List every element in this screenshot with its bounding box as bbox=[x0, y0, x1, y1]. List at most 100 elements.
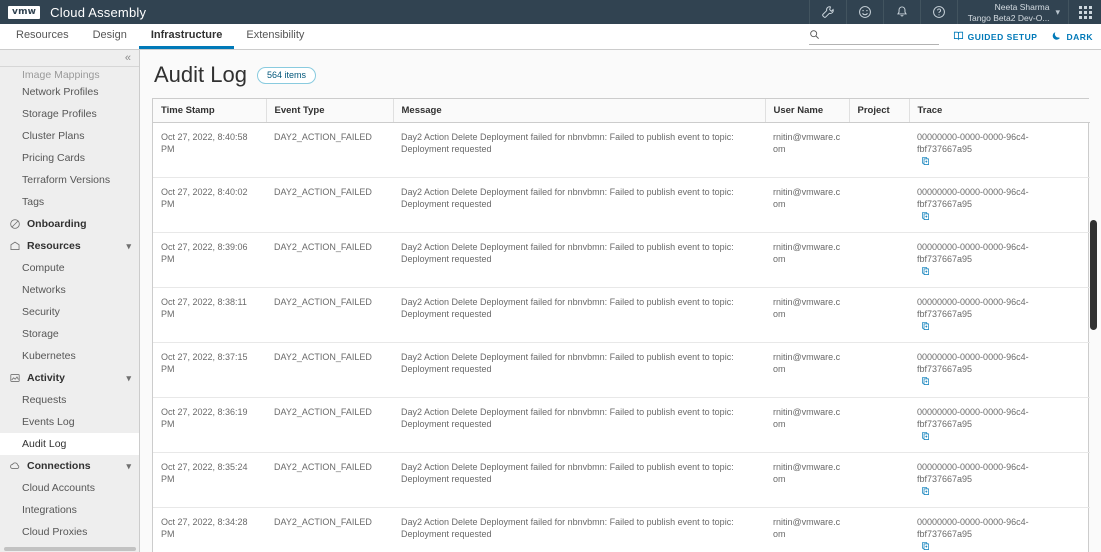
feedback-smiley-icon[interactable] bbox=[846, 0, 883, 24]
table-vertical-scrollbar[interactable] bbox=[1090, 220, 1097, 330]
table-header: Time Stamp Event Type Message User Name … bbox=[153, 99, 1090, 123]
copy-trace-icon[interactable] bbox=[921, 431, 930, 444]
sidebar-item-storage[interactable]: Storage bbox=[0, 323, 139, 345]
book-icon bbox=[953, 30, 964, 43]
sidebar-item-label: Compute bbox=[22, 262, 65, 274]
sidebar-item-storage-profiles[interactable]: Storage Profiles bbox=[0, 103, 139, 125]
user-org-menu[interactable]: Neeta Sharma Tango Beta2 Dev-O... ▾ bbox=[957, 0, 1069, 24]
item-count-badge: 564 items bbox=[257, 67, 316, 84]
copy-trace-icon[interactable] bbox=[921, 541, 930, 552]
sidebar-item-connections[interactable]: Connections ▾ bbox=[0, 455, 139, 477]
table-row[interactable]: Oct 27, 2022, 8:38:11 PMDAY2_ACTION_FAIL… bbox=[153, 288, 1090, 343]
nav-tab-list: Resources Design Infrastructure Extensib… bbox=[0, 24, 316, 49]
cell-event-type: DAY2_ACTION_FAILED bbox=[266, 453, 393, 508]
cell-message: Day2 Action Delete Deployment failed for… bbox=[393, 178, 765, 233]
column-header-event-type[interactable]: Event Type bbox=[266, 99, 393, 123]
sidebar-item-resources[interactable]: Resources ▾ bbox=[0, 235, 139, 257]
search-box[interactable] bbox=[809, 29, 939, 45]
sidebar-item-terraform-versions[interactable]: Terraform Versions bbox=[0, 169, 139, 191]
sidebar-item-pricing-cards[interactable]: Pricing Cards bbox=[0, 147, 139, 169]
copy-trace-icon[interactable] bbox=[921, 266, 930, 279]
sidebar-item-cloud-accounts[interactable]: Cloud Accounts bbox=[0, 477, 139, 499]
resources-icon bbox=[8, 240, 21, 253]
sidebar-item-events-log[interactable]: Events Log bbox=[0, 411, 139, 433]
help-icon[interactable] bbox=[920, 0, 957, 24]
cell-time-stamp: Oct 27, 2022, 8:36:19 PM bbox=[153, 398, 266, 453]
column-header-project[interactable]: Project bbox=[849, 99, 909, 123]
table-row[interactable]: Oct 27, 2022, 8:35:24 PMDAY2_ACTION_FAIL… bbox=[153, 453, 1090, 508]
cell-message: Day2 Action Delete Deployment failed for… bbox=[393, 398, 765, 453]
cell-time-stamp: Oct 27, 2022, 8:35:24 PM bbox=[153, 453, 266, 508]
guided-setup-button[interactable]: GUIDED SETUP bbox=[953, 30, 1038, 43]
column-header-message[interactable]: Message bbox=[393, 99, 765, 123]
trace-id-text: 00000000-0000-0000-96c4-fbf737667a95 bbox=[917, 461, 1082, 485]
sidebar-item-requests[interactable]: Requests bbox=[0, 389, 139, 411]
dark-mode-toggle[interactable]: DARK bbox=[1051, 30, 1093, 43]
sidebar-item-label: Networks bbox=[22, 284, 66, 296]
cell-user-name: rnitin@vmware.com bbox=[765, 343, 849, 398]
sidebar-item-integrations[interactable]: Integrations bbox=[0, 499, 139, 521]
cell-user-name: rnitin@vmware.com bbox=[765, 398, 849, 453]
cell-event-type: DAY2_ACTION_FAILED bbox=[266, 508, 393, 552]
copy-trace-icon[interactable] bbox=[921, 376, 930, 389]
main-content: Audit Log 564 items Time Stamp Event Typ… bbox=[140, 50, 1101, 552]
sidebar-item-onboarding[interactable]: Onboarding bbox=[0, 213, 139, 235]
cell-user-name: rnitin@vmware.com bbox=[765, 233, 849, 288]
cell-project bbox=[849, 123, 909, 178]
sidebar-item-kubernetes[interactable]: Kubernetes bbox=[0, 345, 139, 367]
cell-trace: 00000000-0000-0000-96c4-fbf737667a95 bbox=[909, 288, 1090, 343]
cell-user-name: rnitin@vmware.com bbox=[765, 123, 849, 178]
sidebar: « Image Mappings Network Profiles Storag… bbox=[0, 50, 140, 552]
column-header-time-stamp[interactable]: Time Stamp bbox=[153, 99, 266, 123]
cell-message: Day2 Action Delete Deployment failed for… bbox=[393, 453, 765, 508]
cell-event-type: DAY2_ACTION_FAILED bbox=[266, 398, 393, 453]
copy-trace-icon[interactable] bbox=[921, 321, 930, 334]
column-header-user-name[interactable]: User Name bbox=[765, 99, 849, 123]
trace-id-text: 00000000-0000-0000-96c4-fbf737667a95 bbox=[917, 406, 1082, 430]
sidebar-horizontal-scrollbar[interactable] bbox=[4, 547, 136, 551]
copy-trace-icon[interactable] bbox=[921, 211, 930, 224]
vmware-logo: vmw bbox=[8, 6, 40, 19]
cell-message: Day2 Action Delete Deployment failed for… bbox=[393, 288, 765, 343]
tab-resources[interactable]: Resources bbox=[4, 24, 81, 49]
guided-setup-label: GUIDED SETUP bbox=[968, 32, 1038, 42]
table-row[interactable]: Oct 27, 2022, 8:40:58 PMDAY2_ACTION_FAIL… bbox=[153, 123, 1090, 178]
cell-project bbox=[849, 233, 909, 288]
tab-infrastructure[interactable]: Infrastructure bbox=[139, 24, 235, 49]
primary-nav: Resources Design Infrastructure Extensib… bbox=[0, 24, 1101, 50]
table-row[interactable]: Oct 27, 2022, 8:36:19 PMDAY2_ACTION_FAIL… bbox=[153, 398, 1090, 453]
column-header-trace[interactable]: Trace bbox=[909, 99, 1090, 123]
sidebar-item-compute[interactable]: Compute bbox=[0, 257, 139, 279]
table-row[interactable]: Oct 27, 2022, 8:34:28 PMDAY2_ACTION_FAIL… bbox=[153, 508, 1090, 552]
sidebar-item-image-mappings[interactable]: Image Mappings bbox=[0, 67, 139, 81]
tab-design[interactable]: Design bbox=[81, 24, 139, 49]
notification-bell-icon[interactable] bbox=[883, 0, 920, 24]
sidebar-collapse-button[interactable]: « bbox=[0, 50, 139, 67]
chevron-down-icon: ▾ bbox=[126, 373, 131, 384]
table-row[interactable]: Oct 27, 2022, 8:39:06 PMDAY2_ACTION_FAIL… bbox=[153, 233, 1090, 288]
sidebar-item-label: Requests bbox=[22, 394, 66, 406]
table-row[interactable]: Oct 27, 2022, 8:40:02 PMDAY2_ACTION_FAIL… bbox=[153, 178, 1090, 233]
sidebar-item-audit-log[interactable]: Audit Log bbox=[0, 433, 139, 455]
chevron-down-icon: ▾ bbox=[126, 461, 131, 472]
sidebar-item-label: Cloud Accounts bbox=[22, 482, 95, 494]
copy-trace-icon[interactable] bbox=[921, 486, 930, 499]
sidebar-item-tags[interactable]: Tags bbox=[0, 191, 139, 213]
copy-trace-icon[interactable] bbox=[921, 156, 930, 169]
sidebar-item-networks[interactable]: Networks bbox=[0, 279, 139, 301]
sidebar-item-activity[interactable]: Activity ▾ bbox=[0, 367, 139, 389]
sidebar-item-cluster-plans[interactable]: Cluster Plans bbox=[0, 125, 139, 147]
sidebar-item-network-profiles[interactable]: Network Profiles bbox=[0, 81, 139, 103]
cell-event-type: DAY2_ACTION_FAILED bbox=[266, 343, 393, 398]
sidebar-item-cloud-proxies[interactable]: Cloud Proxies bbox=[0, 521, 139, 543]
cell-message: Day2 Action Delete Deployment failed for… bbox=[393, 343, 765, 398]
sidebar-item-security[interactable]: Security bbox=[0, 301, 139, 323]
table-row[interactable]: Oct 27, 2022, 8:37:15 PMDAY2_ACTION_FAIL… bbox=[153, 343, 1090, 398]
cell-time-stamp: Oct 27, 2022, 8:34:28 PM bbox=[153, 508, 266, 552]
app-switcher-grid-icon[interactable] bbox=[1069, 0, 1101, 24]
tab-extensibility[interactable]: Extensibility bbox=[234, 24, 316, 49]
search-input[interactable] bbox=[824, 31, 939, 42]
wrench-icon[interactable] bbox=[809, 0, 846, 24]
sidebar-item-label: Integrations bbox=[22, 504, 77, 516]
table-body: Oct 27, 2022, 8:40:58 PMDAY2_ACTION_FAIL… bbox=[153, 123, 1090, 552]
